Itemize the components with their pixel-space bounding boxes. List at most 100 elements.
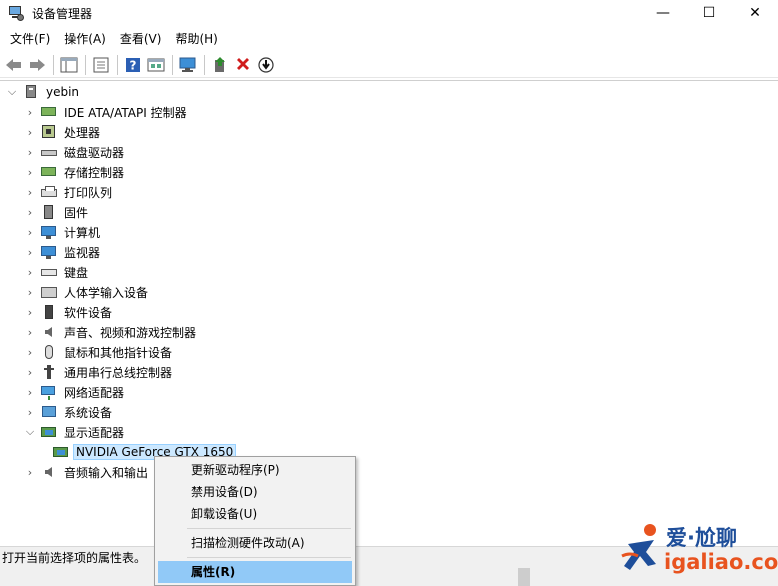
device-tree[interactable]: ⌵ yebin › IDE ATA/ATAPI 控制器 › 处理器 › 磁盘驱动… (0, 80, 778, 546)
display-adapter-icon (52, 444, 70, 460)
tree-item-label: 键盘 (64, 265, 89, 280)
help-icon: ? (126, 57, 140, 72)
chevron-right-icon[interactable]: › (24, 262, 36, 282)
tree-item-ide[interactable]: › IDE ATA/ATAPI 控制器 (24, 102, 189, 122)
update-driver-button[interactable] (209, 54, 231, 76)
back-icon (6, 58, 21, 71)
chevron-right-icon[interactable]: › (24, 242, 36, 262)
chevron-down-icon[interactable]: ⌵ (24, 422, 36, 442)
system-device-icon (40, 404, 58, 420)
disable-button[interactable] (255, 54, 277, 76)
forward-button[interactable] (26, 54, 48, 76)
chevron-right-icon[interactable]: › (24, 222, 36, 242)
scan-hardware-button[interactable] (177, 54, 199, 76)
menu-view[interactable]: 查看(V) (113, 29, 169, 49)
tree-item-usb[interactable]: › 通用串行总线控制器 (24, 362, 174, 382)
chevron-right-icon[interactable]: › (24, 362, 36, 382)
monitor-icon (40, 224, 58, 240)
software-device-icon (40, 304, 58, 320)
window-title: 设备管理器 (32, 6, 93, 21)
chevron-right-icon[interactable]: › (24, 342, 36, 362)
close-button[interactable]: ✕ (732, 0, 778, 26)
tree-item-hid[interactable]: › 人体学输入设备 (24, 282, 150, 302)
tree-item-label: 监视器 (64, 245, 101, 260)
tree-item-display[interactable]: ⌵ 显示适配器 (24, 422, 126, 442)
speaker-icon (40, 464, 58, 480)
menu-help[interactable]: 帮助(H) (168, 29, 224, 49)
device-manager-icon (8, 5, 24, 21)
toolbar-separator (53, 54, 54, 75)
toolbar-separator (204, 54, 205, 75)
tree-item-label: 人体学输入设备 (64, 285, 149, 300)
menu-file[interactable]: 文件(F) (3, 29, 57, 49)
tree-item-label: 声音、视频和游戏控制器 (64, 325, 197, 340)
scrollbar-thumb[interactable] (518, 568, 530, 586)
chevron-right-icon[interactable]: › (24, 122, 36, 142)
tree-item-keyboard[interactable]: › 键盘 (24, 262, 90, 282)
tree-item-print-queue[interactable]: › 打印队列 (24, 182, 114, 202)
update-driver-menu-item[interactable]: 更新驱动程序(P) (158, 459, 352, 481)
tree-item-system[interactable]: › 系统设备 (24, 402, 114, 422)
chevron-right-icon[interactable]: › (24, 282, 36, 302)
watermark-cn: 爱·尬聊 (666, 526, 737, 550)
uninstall-icon (237, 57, 249, 70)
scan-hardware-menu-item[interactable]: 扫描检测硬件改动(A) (158, 532, 352, 554)
toolbar-separator (85, 54, 86, 75)
tree-item-label: 鼠标和其他指针设备 (64, 345, 173, 360)
back-button[interactable] (3, 54, 25, 76)
tree-item-computer[interactable]: › 计算机 (24, 222, 102, 242)
chevron-right-icon[interactable]: › (24, 382, 36, 402)
disable-device-menu-item[interactable]: 禁用设备(D) (158, 481, 352, 503)
chevron-right-icon[interactable]: › (24, 162, 36, 182)
update-driver-icon (215, 56, 225, 72)
show-hide-tree-button[interactable] (58, 54, 80, 76)
tree-item-software[interactable]: › 软件设备 (24, 302, 114, 322)
chevron-right-icon[interactable]: › (24, 322, 36, 342)
tree-item-label: 网络适配器 (64, 385, 125, 400)
uninstall-device-menu-item[interactable]: 卸载设备(U) (158, 503, 352, 525)
chevron-right-icon[interactable]: › (24, 102, 36, 122)
runner-logo-icon (621, 524, 656, 570)
tree-item-label: 磁盘驱动器 (64, 145, 125, 160)
monitor-icon (40, 244, 58, 260)
chevron-down-icon[interactable]: ⌵ (6, 82, 18, 102)
minimize-button[interactable]: — (640, 0, 686, 26)
chevron-right-icon[interactable]: › (24, 302, 36, 322)
tree-item-mouse[interactable]: › 鼠标和其他指针设备 (24, 342, 174, 362)
chevron-right-icon[interactable]: › (24, 462, 36, 482)
chevron-right-icon[interactable]: › (24, 202, 36, 222)
tree-item-monitor[interactable]: › 监视器 (24, 242, 102, 262)
chevron-right-icon[interactable]: › (24, 142, 36, 162)
chevron-right-icon[interactable]: › (24, 402, 36, 422)
ide-controller-icon (40, 104, 58, 120)
properties-button[interactable] (90, 54, 112, 76)
tree-item-network[interactable]: › 网络适配器 (24, 382, 126, 402)
tree-item-audio-io[interactable]: › 音频输入和输出 (24, 462, 150, 482)
tree-item-label: 通用串行总线控制器 (64, 365, 173, 380)
maximize-button[interactable]: ☐ (686, 0, 732, 26)
tree-item-disk[interactable]: › 磁盘驱动器 (24, 142, 126, 162)
tree-item-label: 处理器 (64, 125, 101, 140)
help-button[interactable]: ? (122, 54, 144, 76)
chevron-right-icon[interactable]: › (24, 182, 36, 202)
speaker-icon (40, 324, 58, 340)
tree-item-storage[interactable]: › 存储控制器 (24, 162, 126, 182)
firmware-icon (40, 204, 58, 220)
printer-icon (40, 184, 58, 200)
tree-root[interactable]: ⌵ yebin (6, 82, 81, 102)
computer-icon (22, 84, 40, 100)
tree-item-label: 软件设备 (64, 305, 113, 320)
view-button[interactable] (145, 54, 167, 76)
tree-item-processor[interactable]: › 处理器 (24, 122, 102, 142)
uninstall-button[interactable] (232, 54, 254, 76)
tree-item-firmware[interactable]: › 固件 (24, 202, 90, 222)
tree-item-label: 显示适配器 (64, 425, 125, 440)
watermark-url: igaliao.com (664, 550, 778, 574)
properties-menu-item[interactable]: 属性(R) (158, 561, 352, 583)
tree-item-sound[interactable]: › 声音、视频和游戏控制器 (24, 322, 198, 342)
network-adapter-icon (40, 384, 58, 400)
svg-text:?: ? (130, 58, 137, 72)
tree-item-label: 计算机 (64, 225, 101, 240)
context-menu: 更新驱动程序(P) 禁用设备(D) 卸载设备(U) 扫描检测硬件改动(A) 属性… (154, 456, 356, 586)
menu-action[interactable]: 操作(A) (57, 29, 113, 49)
